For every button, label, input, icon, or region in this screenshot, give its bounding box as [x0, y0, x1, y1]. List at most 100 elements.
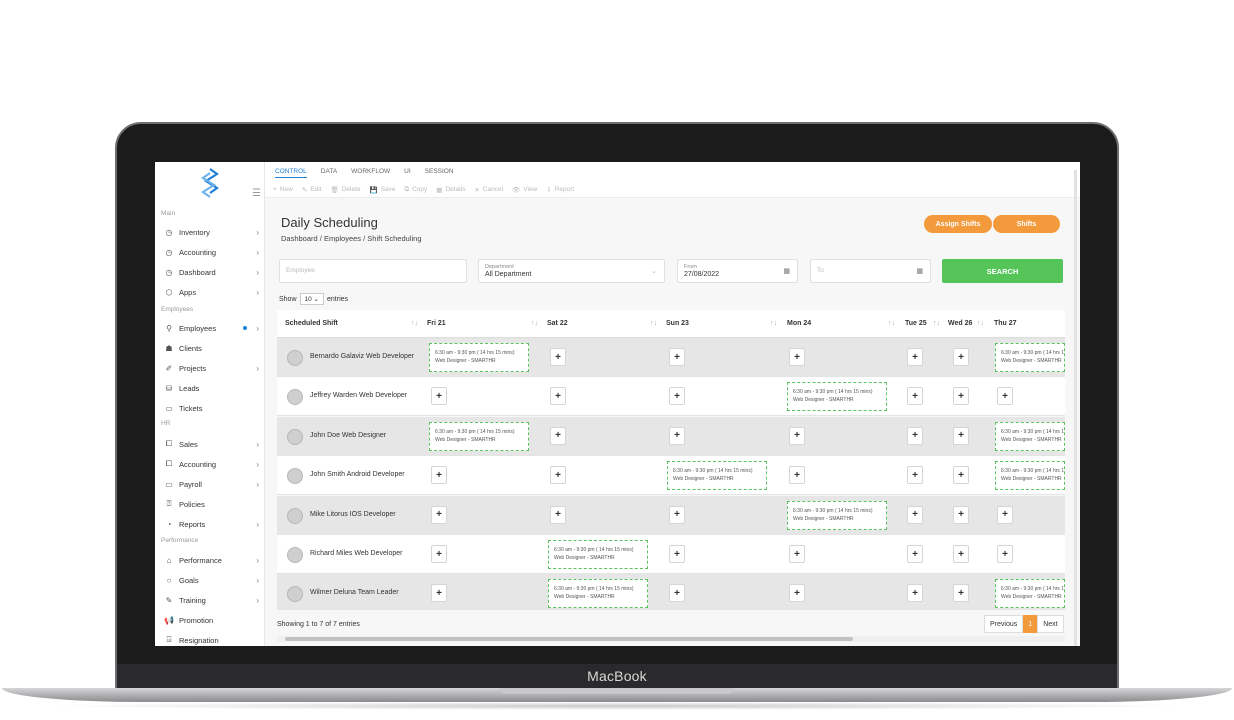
employee-name[interactable]: Richard Miles Web Developer [310, 550, 402, 557]
sidebar-item-training[interactable]: ✎ Training › [163, 592, 261, 608]
sidebar-item-accounting[interactable]: ⧠ Accounting › [163, 456, 261, 472]
sidebar-item-goals[interactable]: ○ Goals › [163, 572, 261, 588]
employee-name[interactable]: John Doe Web Designer [310, 432, 386, 439]
tab-data[interactable]: DATA [321, 168, 337, 178]
column-header[interactable]: Fri 21 [427, 320, 446, 327]
department-select[interactable]: Department All Department ⌄ [478, 259, 665, 283]
column-header[interactable]: Mon 24 [787, 320, 811, 327]
tool-details-button[interactable]: ▦ Details [436, 186, 465, 194]
add-shift-button[interactable]: + [907, 505, 923, 524]
add-shift-button[interactable]: + [953, 348, 969, 366]
add-shift-button[interactable]: + [550, 387, 566, 406]
shift-card[interactable]: 6:30 am - 9:30 pm ( 14 hrs 15 mins)Web D… [429, 421, 529, 451]
menu-toggle-icon[interactable]: ☰ [252, 188, 262, 199]
add-shift-button[interactable]: + [550, 466, 566, 485]
column-header[interactable]: Scheduled Shift [285, 320, 338, 327]
add-shift-button[interactable]: + [669, 505, 685, 524]
add-shift-button[interactable]: + [907, 584, 923, 603]
add-shift-button[interactable]: + [997, 505, 1013, 524]
add-shift-button[interactable]: + [907, 466, 923, 485]
add-shift-button[interactable]: + [550, 426, 566, 445]
shift-card[interactable]: 6:30 am - 9:30 pm ( 14 hrs 15 mins)Web D… [667, 461, 767, 491]
add-shift-button[interactable]: + [789, 348, 805, 366]
tool-save-button[interactable]: 💾 Save [370, 186, 396, 194]
sort-icon[interactable]: ↑↓ [650, 320, 657, 327]
sort-icon[interactable]: ↑↓ [888, 320, 895, 327]
sidebar-item-policies[interactable]: ⍰ Policies [163, 496, 261, 512]
add-shift-button[interactable]: + [550, 348, 566, 366]
shift-card[interactable]: 6:30 am - 9:30 pm ( 14 hrs 15 mins)Web D… [787, 500, 887, 530]
sidebar-item-performance[interactable]: ⌂ Performance › [163, 552, 261, 568]
shift-card[interactable]: 6:30 am - 9:30 pm ( 14 hrs 15 mins)Web D… [995, 343, 1065, 372]
add-shift-button[interactable]: + [953, 387, 969, 406]
column-header[interactable]: Tue 25 [905, 320, 927, 327]
tab-ui[interactable]: UI [404, 168, 411, 178]
add-shift-button[interactable]: + [907, 545, 923, 563]
add-shift-button[interactable]: + [431, 387, 447, 406]
sidebar-item-reports[interactable]: ◔ Reports › [163, 516, 261, 532]
to-date-field[interactable]: To ▦ [810, 259, 931, 283]
shift-card[interactable]: 6:30 am - 9:30 pm ( 14 hrs 15 mins)Web D… [995, 421, 1065, 451]
add-shift-button[interactable]: + [669, 348, 685, 366]
tool-copy-button[interactable]: ⧉ Copy [404, 186, 427, 194]
add-shift-button[interactable]: + [669, 426, 685, 445]
next-button[interactable]: Next [1037, 615, 1064, 633]
add-shift-button[interactable]: + [789, 584, 805, 603]
add-shift-button[interactable]: + [789, 426, 805, 445]
add-shift-button[interactable]: + [431, 466, 447, 485]
shift-card[interactable]: 6:30 am - 9:30 pm ( 14 hrs 15 mins)Web D… [548, 540, 648, 569]
add-shift-button[interactable]: + [953, 545, 969, 563]
add-shift-button[interactable]: + [907, 387, 923, 406]
entries-select[interactable]: 10 ⌄ [299, 293, 325, 305]
previous-button[interactable]: Previous [984, 615, 1024, 633]
sidebar-item-accounting[interactable]: ◷ Accounting › [163, 244, 261, 260]
from-date-field[interactable]: From 27/08/2022 ▦ [677, 259, 798, 283]
add-shift-button[interactable]: + [907, 348, 923, 366]
add-shift-button[interactable]: + [431, 505, 447, 524]
sidebar-item-dashboard[interactable]: ◷ Dashboard › [163, 264, 261, 280]
shifts-button[interactable]: Shifts [993, 215, 1060, 233]
add-shift-button[interactable]: + [953, 505, 969, 524]
employee-name[interactable]: Wilmer Deluna Team Leader [310, 589, 399, 596]
add-shift-button[interactable]: + [431, 584, 447, 603]
sidebar-item-tickets[interactable]: ▭ Tickets [163, 400, 261, 416]
tool-edit-button[interactable]: ✎ Edit [302, 186, 322, 194]
add-shift-button[interactable]: + [953, 466, 969, 485]
add-shift-button[interactable]: + [789, 545, 805, 563]
add-shift-button[interactable]: + [789, 466, 805, 485]
calendar-icon[interactable]: ▦ [783, 267, 790, 275]
sidebar-item-apps[interactable]: ⬡ Apps › [163, 284, 261, 300]
sidebar-item-resignation[interactable]: ⍈ Resignation [163, 632, 261, 646]
add-shift-button[interactable]: + [669, 584, 685, 603]
column-header[interactable]: Wed 26 [948, 320, 972, 327]
employee-name[interactable]: Jeffrey Warden Web Developer [310, 392, 407, 399]
add-shift-button[interactable]: + [997, 387, 1013, 406]
tab-workflow[interactable]: WORKFLOW [351, 168, 390, 178]
add-shift-button[interactable]: + [431, 545, 447, 563]
employee-input[interactable]: Employee [279, 259, 467, 283]
add-shift-button[interactable]: + [550, 505, 566, 524]
add-shift-button[interactable]: + [997, 545, 1013, 563]
sidebar-item-payroll[interactable]: ▭ Payroll › [163, 476, 261, 492]
scroll-thumb[interactable] [285, 637, 853, 641]
add-shift-button[interactable]: + [953, 426, 969, 445]
assign-shifts-button[interactable]: Assign Shifts [924, 215, 992, 233]
shift-card[interactable]: 6:30 am - 9:30 pm ( 14 hrs 15 mins)Web D… [548, 579, 648, 609]
sidebar-item-clients[interactable]: ☗ Clients [163, 340, 261, 356]
sidebar-item-employees[interactable]: ⚲ Employees › [163, 320, 261, 336]
tab-session[interactable]: SESSION [425, 168, 454, 178]
sidebar-item-inventory[interactable]: ◷ Inventory › [163, 224, 261, 240]
employee-name[interactable]: John Smith Android Developer [310, 471, 405, 478]
shift-card[interactable]: 6:30 am - 9:30 pm ( 14 hrs 15 mins)Web D… [429, 343, 529, 372]
sidebar-item-sales[interactable]: ⧠ Sales › [163, 436, 261, 452]
search-button[interactable]: SEARCH [942, 259, 1063, 283]
vertical-scrollbar[interactable] [1074, 170, 1077, 646]
add-shift-button[interactable]: + [669, 387, 685, 406]
sidebar-item-leads[interactable]: ⛁ Leads [163, 380, 261, 396]
add-shift-button[interactable]: + [907, 426, 923, 445]
employee-name[interactable]: Bernardo Galaviz Web Developer [310, 353, 414, 360]
tool-cancel-button[interactable]: ✕ Cancel [474, 186, 503, 194]
calendar-icon[interactable]: ▦ [916, 267, 923, 275]
sort-icon[interactable]: ↑↓ [531, 320, 538, 327]
add-shift-button[interactable]: + [953, 584, 969, 603]
